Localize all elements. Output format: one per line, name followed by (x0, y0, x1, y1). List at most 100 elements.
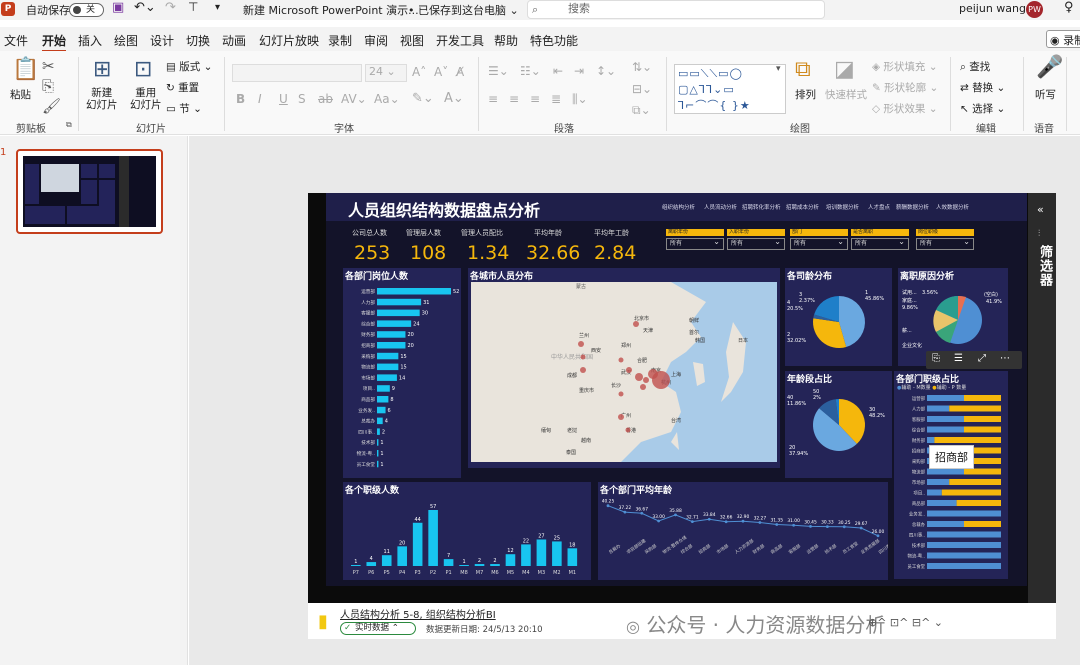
save-status[interactable]: • 已保存到这台电脑 ⌄ (408, 2, 519, 18)
lightbulb-icon[interactable]: ♀ (1064, 0, 1074, 15)
zoom-controls[interactable]: ⊕^ ⊡^ ⊟^ ⌄ (868, 616, 943, 629)
filter-rank[interactable]: 岗位职级 所有 (916, 229, 974, 255)
nav-payroll[interactable]: 薪酬数据分析 (896, 203, 929, 211)
filter-is-left[interactable]: 是否离职 所有 (851, 229, 909, 255)
visual-header-menu[interactable]: ⎘ ☰ ⤢ ⋯ (926, 351, 1022, 369)
justify-icon[interactable]: ≣ (551, 93, 561, 105)
quick-styles-button[interactable]: 快速样式 (825, 87, 867, 102)
new-slide-icon[interactable]: ⊞ (93, 59, 111, 81)
nav-turnover[interactable]: 人员流动分析 (704, 203, 737, 211)
strikethrough-icon[interactable]: ab (318, 93, 333, 105)
tab-view[interactable]: 视图 (400, 32, 424, 49)
select-button[interactable]: ↖ 选择 ⌄ (960, 101, 1005, 116)
font-name-select[interactable] (232, 64, 362, 82)
dictate-button[interactable]: 听写 (1035, 87, 1056, 102)
nav-recruit-conversion[interactable]: 招聘转化率分析 (742, 203, 781, 211)
tab-transitions[interactable]: 切换 (186, 32, 210, 49)
section-button[interactable]: ▭ 节 ⌄ (166, 101, 202, 116)
nav-org-structure[interactable]: 组织结构分析 (662, 203, 695, 211)
underline-icon[interactable]: U (279, 93, 288, 105)
tab-draw[interactable]: 绘图 (114, 32, 138, 49)
filter-leave-year[interactable]: 离职年份 所有 (666, 229, 724, 255)
age-panel[interactable]: 年龄段占比 20 37.94% 30 48.2% 40 11.86% 50 2% (785, 371, 892, 478)
customize-qat-icon[interactable]: ▾ (215, 2, 220, 13)
nav-recruit-cost[interactable]: 招聘成本分析 (786, 203, 819, 211)
paste-icon[interactable]: 📋 (12, 59, 39, 81)
align-right-icon[interactable]: ≡ (530, 93, 540, 105)
rank-ratio-panel[interactable]: 各部门职级占比 ●辅助 - M数量 ●辅助 - P 数量 运营部 人力部 客服部 综合… (894, 371, 1008, 579)
dept-headcount-panel[interactable]: 各部门岗位人数 运营部 52 人力部 31 客服部 30 综合部 24 财务部 20 招商部 20 采购… (343, 268, 461, 478)
microphone-icon[interactable]: 🎤 (1036, 57, 1063, 79)
save-icon[interactable]: ▣ (112, 0, 124, 15)
bullets-icon[interactable]: ☰⌄ (488, 65, 509, 77)
smartart-icon[interactable]: ⧉⌄ (632, 104, 651, 116)
autosave-toggle[interactable]: 关 (69, 3, 104, 17)
align-left-icon[interactable]: ≡ (488, 93, 498, 105)
shape-outline-button[interactable]: ✎ 形状轮廓 ⌄ (872, 80, 938, 95)
shrink-font-icon[interactable]: A˅ (434, 66, 448, 78)
avatar[interactable]: PW (1026, 1, 1043, 18)
report-name-link[interactable]: 人员结构分析 5-8, 组织结构分析BI (340, 606, 496, 621)
copy-icon[interactable]: ⎘ (42, 79, 54, 94)
reuse-slide-icon[interactable]: ⊡ (134, 59, 152, 81)
format-painter-icon[interactable]: 🖌 (42, 99, 61, 114)
shapes-gallery[interactable]: ▭▭⟍⟍▭◯ ▢△⅂⅂⌄▭ ⅂⌐⌒⌒{ }★ (674, 64, 786, 114)
tab-file[interactable]: 文件 (4, 32, 28, 49)
layout-button[interactable]: ▤ 版式 ⌄ (166, 59, 212, 74)
text-direction-icon[interactable]: ⇅⌄ (632, 61, 652, 73)
tab-developer[interactable]: 开发工具 (436, 32, 484, 49)
dept-avg-age-panel[interactable]: 各个部门平均年龄 40.25 37.22 36.67 33.00 35.88 32.71 3… (598, 482, 888, 580)
columns-icon[interactable]: ⫼⌄ (572, 93, 588, 105)
italic-icon[interactable]: I (258, 93, 262, 105)
replace-button[interactable]: ⇄ 替换 ⌄ (960, 80, 1005, 95)
filter-pane[interactable]: « ⫶ 筛选器 (1028, 193, 1056, 603)
arrange-button[interactable]: 排列 (795, 87, 816, 102)
reset-button[interactable]: ↻ 重置 (166, 80, 199, 95)
tab-design[interactable]: 设计 (150, 32, 174, 49)
align-center-icon[interactable]: ≡ (509, 93, 519, 105)
record-button[interactable]: ◉ 录制 (1046, 30, 1080, 48)
rank-count-panel[interactable]: 各个职级人数 1 P7 4 P6 11 P5 20 P4 44 P3 57 P2 7 P1 1 M8 2 M7 2 M… (343, 482, 591, 580)
slide[interactable]: 人员组织结构数据盘点分析 组织结构分析 人员流动分析 招聘转化率分析 招聘成本分… (308, 193, 1056, 639)
shape-fill-button[interactable]: ◈ 形状填充 ⌄ (872, 59, 938, 74)
spacing-icon[interactable]: AV⌄ (341, 93, 367, 105)
city-map-panel[interactable]: 各城市人员分布 蒙古 中华人民共和国 北京市 天津 日本 朝鲜 韩国 首尔 上海… (468, 268, 780, 468)
increase-indent-icon[interactable]: ⇥ (574, 65, 584, 77)
nav-efficiency[interactable]: 人效数据分析 (936, 203, 969, 211)
filter-join-year[interactable]: 入职年份 所有 (727, 229, 785, 255)
find-button[interactable]: ⌕ 查找 (960, 59, 990, 74)
city-map[interactable]: 蒙古 中华人民共和国 北京市 天津 日本 朝鲜 韩国 首尔 上海 南京 杭州 重… (471, 282, 777, 462)
numbering-icon[interactable]: ☷⌄ (520, 65, 541, 77)
collapse-filter-icon[interactable]: « (1037, 203, 1044, 216)
live-data-badge[interactable]: ✓ 实时数据 ⌃ (340, 622, 416, 635)
tenure-panel[interactable]: 各司龄分布 1 45.86% 2 32.02% 3 2.37% 4 20.5% (785, 268, 892, 366)
reuse-slide-button[interactable]: 重用 幻灯片 (130, 87, 162, 111)
tab-insert[interactable]: 插入 (78, 32, 102, 49)
paste-button[interactable]: 粘贴 (10, 87, 31, 102)
arrange-icon[interactable]: ⧉ (795, 59, 811, 81)
tab-animations[interactable]: 动画 (222, 32, 246, 49)
nav-training[interactable]: 培训数据分析 (826, 203, 859, 211)
shape-effects-button[interactable]: ◇ 形状效果 ⌄ (872, 101, 938, 116)
quick-styles-icon[interactable]: ◪ (834, 59, 855, 81)
tab-slideshow[interactable]: 幻灯片放映 (259, 32, 319, 49)
filter-department[interactable]: 部门 所有 (790, 229, 848, 255)
align-text-icon[interactable]: ⊟⌄ (632, 83, 652, 95)
slide-thumbnail[interactable] (16, 149, 163, 234)
highlight-icon[interactable]: ✎⌄ (412, 92, 434, 105)
grow-font-icon[interactable]: A˄ (412, 66, 426, 78)
decrease-indent-icon[interactable]: ⇤ (553, 65, 563, 77)
dashboard[interactable]: 人员组织结构数据盘点分析 组织结构分析 人员流动分析 招聘转化率分析 招聘成本分… (326, 193, 1027, 586)
new-slide-button[interactable]: 新建 幻灯片 (86, 87, 118, 111)
clipboard-launcher-icon[interactable]: ⧉ (66, 121, 72, 129)
shadow-icon[interactable]: S (298, 93, 306, 105)
bold-icon[interactable]: B (236, 93, 245, 105)
tab-help[interactable]: 帮助 (494, 32, 518, 49)
presenter-icon[interactable]: ⊤ (188, 0, 198, 14)
search-input[interactable]: ⌕ 搜索 (527, 0, 825, 19)
tab-review[interactable]: 审阅 (364, 32, 388, 49)
change-case-icon[interactable]: Aa⌄ (374, 93, 400, 105)
cut-icon[interactable]: ✂ (42, 59, 55, 74)
gallery-more-icon[interactable]: ▾ (776, 65, 781, 74)
tab-features[interactable]: 特色功能 (530, 32, 578, 49)
